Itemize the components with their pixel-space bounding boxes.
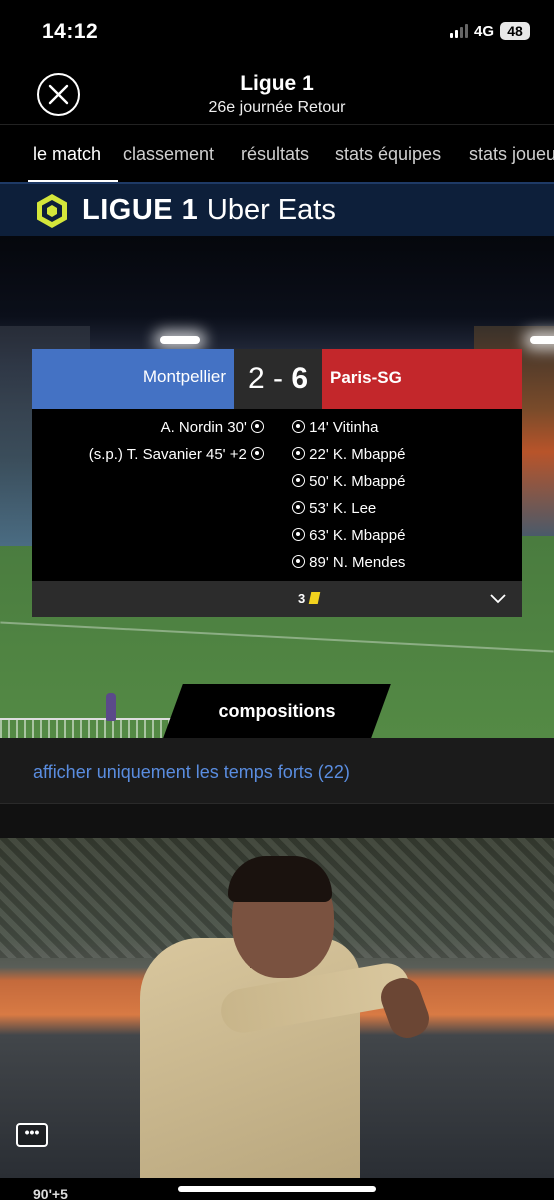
football-icon: [251, 447, 264, 460]
banner-brand: LIGUE 1: [82, 194, 199, 226]
home-goal: (s.p.) T. Savanier 45' +2: [89, 445, 264, 472]
match-details-toggle[interactable]: 3: [32, 581, 522, 617]
score-separator: -: [273, 362, 283, 395]
compositions-button[interactable]: compositions: [173, 684, 381, 738]
ligue1-logo-icon: [37, 194, 67, 228]
home-indicator[interactable]: [178, 1186, 376, 1192]
feed-minute: 90'+5: [33, 1186, 68, 1200]
section-gap: [0, 804, 554, 838]
pitch-line: [0, 621, 554, 653]
away-goal: 53' K. Lee: [292, 499, 376, 526]
score-row: Montpellier 2 - 6 Paris-SG: [32, 349, 522, 409]
tab-stats-equipes[interactable]: stats équipes: [335, 144, 441, 165]
signal-icon: [449, 24, 468, 38]
status-indicators: 4G 48: [449, 22, 530, 40]
tab-bar: le match classement résultats stats équi…: [0, 124, 554, 182]
home-team-name: Montpellier: [142, 367, 226, 386]
away-score: 6: [291, 362, 309, 395]
goal-scorers: A. Nordin 30' (s.p.) T. Savanier 45' +2 …: [32, 409, 522, 581]
tab-le-match[interactable]: le match: [33, 144, 101, 165]
home-goal: A. Nordin 30': [161, 418, 264, 445]
yellow-card-count: 3: [298, 591, 306, 606]
football-icon: [292, 501, 305, 514]
away-goal: 50' K. Mbappé: [292, 472, 405, 499]
score-card: Montpellier 2 - 6 Paris-SG A. Nordin 30'…: [32, 349, 522, 617]
home-team-cell[interactable]: Montpellier: [32, 349, 234, 409]
away-team-name: Paris-SG: [330, 368, 402, 387]
score: 2 - 6: [234, 349, 322, 409]
match-photo[interactable]: [0, 838, 554, 1178]
page-title: Ligue 1: [240, 72, 314, 95]
goalkeeper-figure: [106, 693, 116, 721]
banner-title: LIGUE 1 Uber Eats: [82, 194, 336, 227]
banner-sponsor: Uber Eats: [206, 194, 336, 226]
comments-icon[interactable]: •••: [16, 1123, 48, 1147]
status-bar: 14:12 4G 48: [0, 0, 554, 62]
page-subtitle: 26e journée Retour: [208, 99, 346, 116]
away-goal: 63' K. Mbappé: [292, 526, 405, 553]
league-banner: LIGUE 1 Uber Eats: [0, 182, 554, 236]
battery-icon: 48: [500, 22, 530, 40]
chevron-down-icon[interactable]: [490, 591, 506, 605]
home-score: 2: [247, 362, 265, 395]
floodlight: [160, 336, 200, 344]
football-icon: [292, 555, 305, 568]
away-goal: 14' Vitinha: [292, 418, 378, 445]
status-time: 14:12: [42, 20, 99, 43]
tab-stats-joueurs[interactable]: stats joueurs: [469, 144, 554, 165]
football-icon: [292, 447, 305, 460]
football-icon: [292, 474, 305, 487]
tab-resultats[interactable]: résultats: [241, 144, 309, 165]
away-goal: 89' N. Mendes: [292, 553, 405, 580]
yellow-card-icon: [308, 592, 321, 604]
highlights-link[interactable]: afficher uniquement les temps forts (22): [33, 762, 350, 783]
player-hair: [228, 856, 332, 902]
goal-net: [0, 718, 175, 738]
away-team-cell[interactable]: Paris-SG: [322, 349, 522, 409]
tab-classement[interactable]: classement: [123, 144, 214, 165]
football-icon: [251, 420, 264, 433]
football-icon: [292, 420, 305, 433]
away-goal: 22' K. Mbappé: [292, 445, 405, 472]
highlights-filter: afficher uniquement les temps forts (22): [0, 738, 554, 804]
floodlight: [530, 336, 554, 344]
header: Ligue 1 26e journée Retour: [0, 62, 554, 124]
football-icon: [292, 528, 305, 541]
network-type: 4G: [473, 22, 494, 40]
